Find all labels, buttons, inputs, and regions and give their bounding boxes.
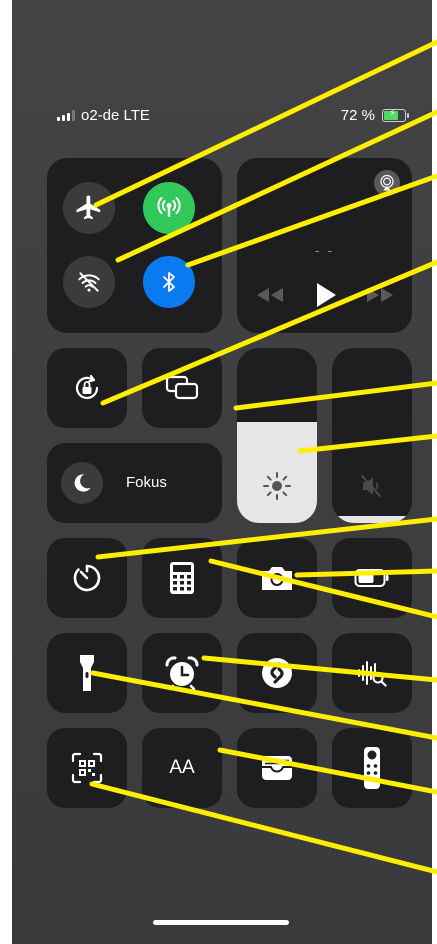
annotation-line	[90, 670, 437, 741]
annotation-line	[89, 781, 437, 875]
annotation-line	[201, 655, 437, 683]
annotation-line	[217, 747, 437, 795]
annotation-line	[294, 568, 437, 578]
annotation-line	[233, 380, 437, 411]
annotation-line	[185, 173, 437, 268]
annotation-line	[208, 558, 437, 620]
annotation-line	[93, 39, 437, 208]
annotation-line	[297, 433, 437, 454]
annotation-line	[115, 109, 437, 263]
annotation-overlay	[89, 39, 437, 875]
annotation-line	[95, 516, 437, 560]
annotation-line	[100, 259, 437, 406]
